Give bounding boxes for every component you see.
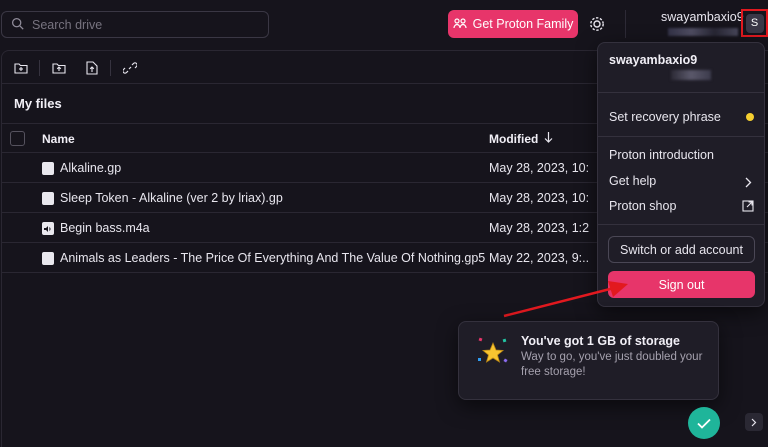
divider xyxy=(625,10,626,38)
file-modified: May 28, 2023, 10:... xyxy=(489,191,589,205)
avatar: S xyxy=(745,13,764,33)
link-icon[interactable] xyxy=(121,59,139,77)
gear-icon[interactable] xyxy=(587,14,607,34)
divider xyxy=(598,136,764,137)
toolbar-divider xyxy=(39,60,40,76)
select-all-checkbox[interactable] xyxy=(10,131,25,146)
top-bar: Get Proton Family swayambaxio9 S xyxy=(0,0,768,48)
account-dropdown: swayambaxio9 Set recovery phrase Proton … xyxy=(597,42,765,307)
file-icon xyxy=(42,252,54,265)
new-folder-icon[interactable] xyxy=(12,59,30,77)
menu-item-proton-introduction[interactable]: Proton introduction xyxy=(609,148,714,162)
avatar-button[interactable]: S xyxy=(741,9,768,37)
file-name: Alkaline.gp xyxy=(60,161,122,175)
annotation-arrow xyxy=(503,281,628,318)
file-name: Sleep Token - Alkaline (ver 2 by lriax).… xyxy=(60,191,283,205)
file-modified: May 28, 2023, 1:2... xyxy=(489,221,589,235)
search-box[interactable] xyxy=(1,11,269,38)
notification-body: Way to go, you've just doubled your free… xyxy=(521,351,703,378)
get-proton-family-button[interactable]: Get Proton Family xyxy=(448,10,578,38)
file-modified: May 28, 2023, 10:... xyxy=(489,161,589,175)
checkmark-icon[interactable] xyxy=(688,407,720,439)
external-link-icon xyxy=(742,200,754,215)
email-redacted xyxy=(671,70,711,80)
column-modified[interactable]: Modified xyxy=(489,132,553,146)
family-icon xyxy=(453,17,467,32)
sort-arrow-down-icon xyxy=(544,132,553,146)
page-title: My files xyxy=(14,96,62,111)
file-icon xyxy=(42,192,54,205)
divider xyxy=(598,224,764,225)
upload-file-icon[interactable] xyxy=(83,59,101,77)
notification-title: You've got 1 GB of storage xyxy=(521,334,681,348)
star-icon xyxy=(477,336,509,371)
dropdown-username: swayambaxio9 xyxy=(609,53,698,67)
switch-account-button[interactable]: Switch or add account xyxy=(608,236,755,263)
divider xyxy=(598,92,764,93)
file-name: Animals as Leaders - The Price Of Everyt… xyxy=(60,251,486,265)
cta-label: Get Proton Family xyxy=(472,17,574,31)
menu-item-get-help[interactable]: Get help xyxy=(609,174,656,188)
username: swayambaxio9 xyxy=(661,10,744,24)
column-name[interactable]: Name xyxy=(42,132,75,146)
column-modified-label: Modified xyxy=(489,132,539,146)
menu-item-proton-shop[interactable]: Proton shop xyxy=(609,199,676,213)
status-dot-icon xyxy=(746,113,754,121)
toolbar-divider xyxy=(110,60,111,76)
audio-file-icon xyxy=(42,222,54,235)
menu-item-recovery-phrase[interactable]: Set recovery phrase xyxy=(609,110,721,124)
email-redacted xyxy=(668,28,738,36)
chevron-right-icon xyxy=(744,176,752,191)
search-icon xyxy=(11,17,24,33)
chevron-right-icon[interactable] xyxy=(745,413,763,431)
file-icon xyxy=(42,162,54,175)
search-input[interactable] xyxy=(32,17,252,32)
storage-notification: You've got 1 GB of storage Way to go, yo… xyxy=(458,321,719,400)
file-name: Begin bass.m4a xyxy=(60,221,150,235)
upload-folder-icon[interactable] xyxy=(50,59,68,77)
file-modified: May 22, 2023, 9:... xyxy=(489,251,589,265)
